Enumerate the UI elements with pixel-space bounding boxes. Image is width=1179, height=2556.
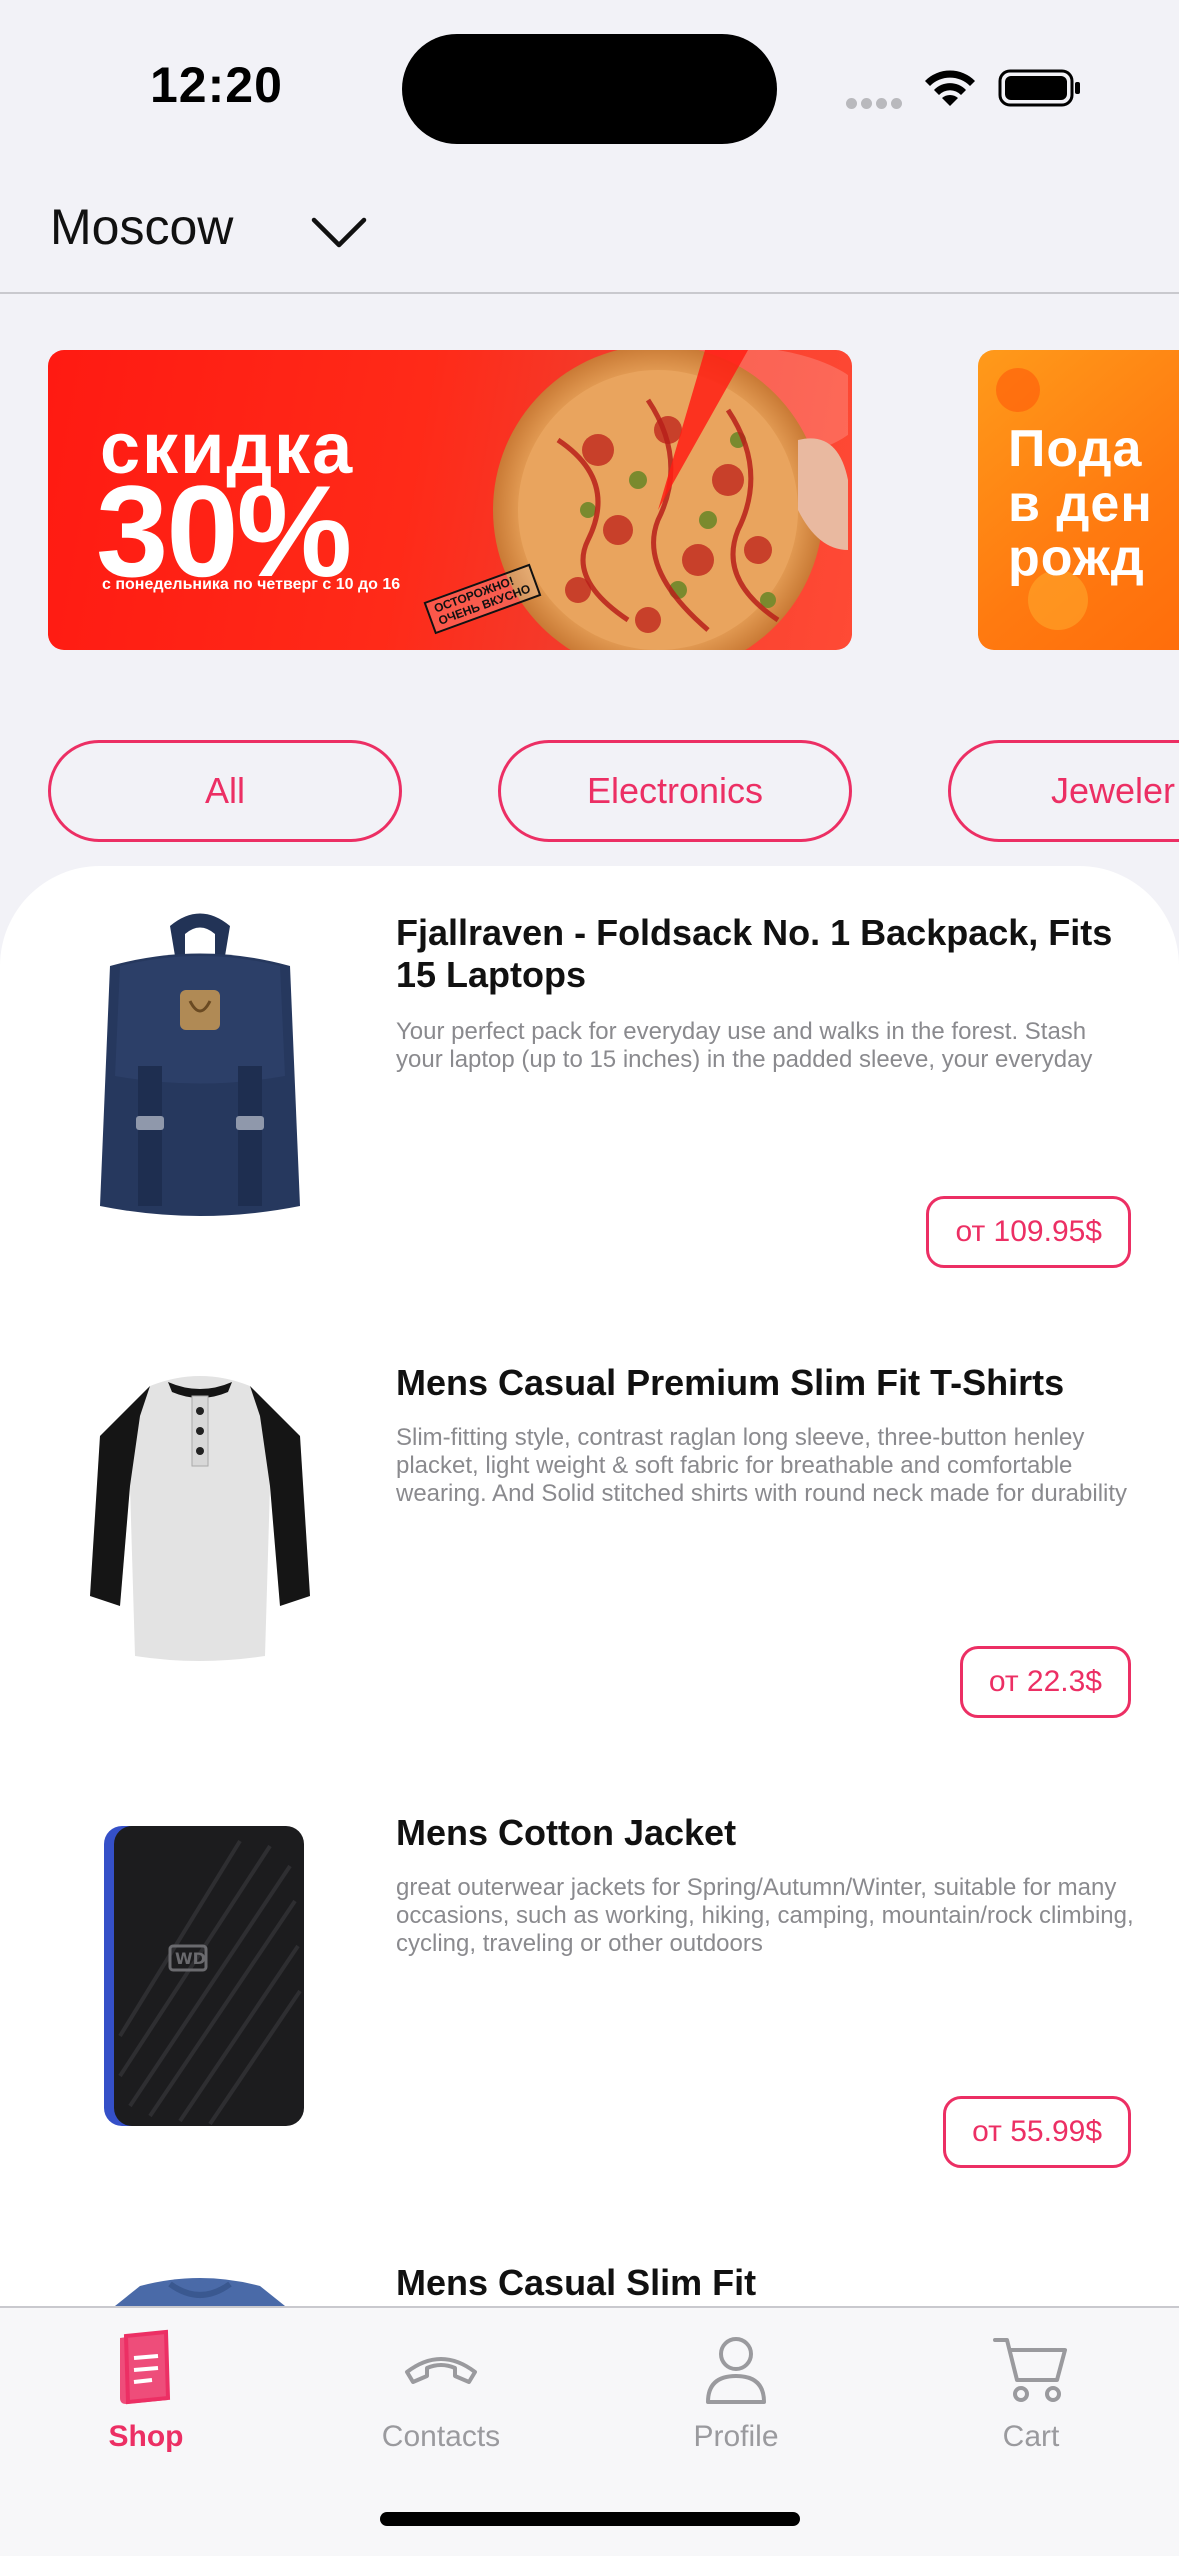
svg-text:WD: WD: [175, 1949, 206, 1968]
tab-profile[interactable]: Profile: [616, 2328, 856, 2478]
chevron-down-icon[interactable]: [310, 212, 368, 252]
category-chip-jeweler[interactable]: Jeweler: [948, 740, 1179, 842]
product-card[interactable]: WD Mens Cotton Jacket great outerwear ja…: [0, 1766, 1179, 2216]
city-name: Moscow: [50, 199, 234, 255]
product-card[interactable]: Mens Casual Slim Fit: [0, 2216, 1179, 2316]
category-chip-all[interactable]: All: [48, 740, 402, 842]
banner-2-text: Пода в ден рожд: [1008, 422, 1153, 586]
wifi-icon: [925, 70, 975, 106]
product-description: Your perfect pack for everyday use and w…: [396, 1018, 1093, 1073]
city-selector[interactable]: Moscow: [0, 170, 1179, 294]
tab-label: Shop: [108, 2420, 184, 2453]
status-bar: 12:20: [0, 0, 1179, 170]
category-chips: All Electronics Jeweler: [0, 740, 1179, 844]
tab-label: Contacts: [381, 2420, 501, 2453]
product-title: Mens Cotton Jacket: [396, 1812, 737, 1853]
shop-icon: [120, 2329, 171, 2405]
product-title: Fjallraven - Foldsack No. 1 Backpack, Fi…: [396, 912, 1113, 995]
tshirt-image: [90, 1376, 310, 1661]
product-description: Slim-fitting style, contrast raglan long…: [396, 1424, 1128, 1507]
backpack-image: [100, 913, 300, 1216]
product-card[interactable]: Fjallraven - Foldsack No. 1 Backpack, Fi…: [0, 866, 1179, 1316]
product-price-button[interactable]: от 22.3$: [959, 1646, 1131, 1718]
hard-drive-image: WD: [104, 1826, 304, 2126]
category-chip-electronics[interactable]: Electronics: [498, 740, 852, 842]
banner-2-line-1: Пода: [1008, 420, 1143, 478]
battery-icon: [998, 69, 1080, 107]
tab-contacts[interactable]: Contacts: [321, 2328, 561, 2478]
banner-subtitle: с понедельника по четверг с 10 до 16: [102, 576, 401, 593]
product-list[interactable]: Fjallraven - Foldsack No. 1 Backpack, Fi…: [0, 866, 1179, 2316]
promo-banner-carousel[interactable]: скидка 30% с понедельника по четверг с 1…: [0, 350, 1179, 650]
cellular-dots-icon: [846, 96, 906, 109]
product-price-button[interactable]: от 109.95$: [926, 1196, 1131, 1268]
pizza-image: [493, 350, 848, 650]
product-description: great outerwear jackets for Spring/Autum…: [396, 1874, 1134, 1957]
profile-icon: [706, 2337, 766, 2404]
product-price-button[interactable]: от 55.99$: [943, 2096, 1131, 2168]
dynamic-island: [402, 34, 777, 144]
home-indicator[interactable]: [380, 2512, 800, 2526]
product-title: Mens Casual Slim Fit: [396, 2262, 757, 2303]
tab-shop[interactable]: Shop: [26, 2328, 266, 2478]
tab-label: Cart: [1002, 2420, 1060, 2453]
cart-icon: [993, 2338, 1067, 2402]
tab-cart[interactable]: Cart: [911, 2328, 1151, 2478]
tab-label: Profile: [693, 2420, 779, 2453]
product-card[interactable]: Mens Casual Premium Slim Fit T-Shirts Sl…: [0, 1316, 1179, 1766]
status-time: 12:20: [150, 57, 283, 113]
promo-banner-discount[interactable]: скидка 30% с понедельника по четверг с 1…: [48, 350, 852, 650]
banner-2-line-2: в ден: [1008, 474, 1153, 533]
product-title: Mens Casual Premium Slim Fit T-Shirts: [396, 1362, 1065, 1403]
phone-icon: [405, 2357, 477, 2384]
promo-banner-birthday[interactable]: Пода в ден рожд: [978, 350, 1179, 650]
banner-2-line-3: рожд: [1008, 529, 1145, 588]
